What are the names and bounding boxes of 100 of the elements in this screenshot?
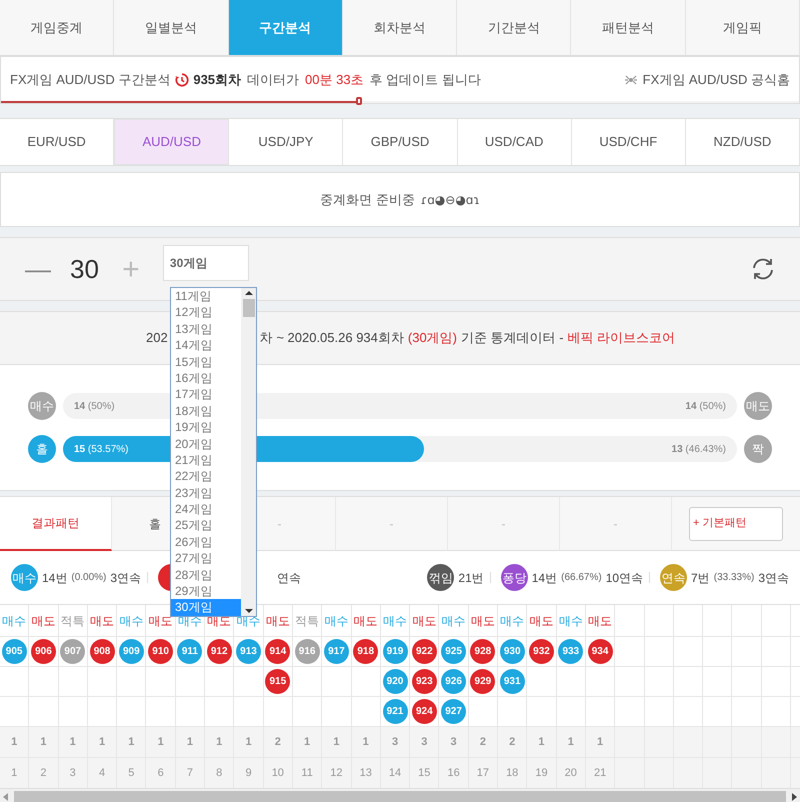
minus-button[interactable]: — bbox=[24, 250, 52, 288]
result-label: 매수 bbox=[558, 612, 583, 630]
column-number: 13 bbox=[360, 766, 372, 781]
dropdown-option[interactable]: 12게임 bbox=[171, 304, 241, 321]
legend-count: 7번 bbox=[691, 570, 710, 586]
scrollbar-thumb[interactable] bbox=[14, 791, 786, 802]
column-number: 15 bbox=[418, 766, 430, 781]
legend-count: 14번 bbox=[42, 570, 68, 586]
emoticon: ɾɑ◕⊖◕ɑɿ bbox=[420, 192, 480, 208]
horizontal-scrollbar[interactable] bbox=[0, 788, 800, 802]
legend-badge: 퐁당 bbox=[500, 564, 528, 591]
column-number: 14 bbox=[388, 766, 402, 781]
ratio-value: 14 (50%) bbox=[74, 400, 115, 414]
update-label: 후 업데이트 됩니다 bbox=[370, 71, 481, 90]
streak-count: 3 bbox=[392, 734, 398, 750]
result-label: 매도 bbox=[529, 612, 554, 630]
dropdown-option[interactable]: 14게임 bbox=[171, 337, 241, 354]
dropdown-option[interactable]: 19게임 bbox=[171, 419, 241, 436]
ratio-value: 13 (46.43%) bbox=[672, 443, 726, 457]
column-number: 2 bbox=[40, 766, 46, 781]
column-number: 9 bbox=[245, 766, 252, 781]
history-icon bbox=[175, 73, 190, 87]
refresh-icon[interactable] bbox=[750, 256, 776, 282]
column-number: 17 bbox=[476, 766, 490, 781]
result-label: 매수 bbox=[2, 612, 26, 630]
streak-count: 1 bbox=[128, 734, 134, 750]
streak-count: 1 bbox=[186, 734, 193, 750]
streak-count: 1 bbox=[11, 734, 18, 750]
dropdown-option[interactable]: 27게임 bbox=[171, 550, 241, 567]
streak-count: 1 bbox=[40, 734, 46, 750]
result-label: 매수 bbox=[500, 612, 524, 630]
streak-count: 1 bbox=[333, 734, 340, 750]
nav-tab[interactable]: 회차분석 bbox=[342, 0, 458, 55]
dropdown-option[interactable]: 16게임 bbox=[171, 370, 241, 386]
result-label: 매수 bbox=[178, 613, 202, 630]
result-label: 매도 bbox=[354, 612, 378, 630]
side-badge: 홀 bbox=[28, 435, 56, 463]
column-number: 20 bbox=[564, 766, 577, 781]
legend-streak: 3연속 bbox=[758, 570, 789, 586]
status-message: 중계화면 준비중 bbox=[320, 190, 415, 209]
ratio-value: 14 (50%) bbox=[685, 400, 726, 414]
update-label: 데이터가 bbox=[247, 71, 300, 90]
streak-count: 1 bbox=[362, 734, 369, 750]
game-count-select[interactable]: 30게임 bbox=[162, 245, 249, 281]
column-number: 19 bbox=[535, 766, 548, 781]
column-number: 8 bbox=[216, 766, 222, 781]
legend-percent: (33.33%) bbox=[714, 571, 754, 585]
dropdown-option[interactable]: 22게임 bbox=[171, 468, 241, 485]
streak-count: 1 bbox=[304, 734, 310, 750]
column-number: 4 bbox=[98, 766, 106, 781]
legend-streak: 연속 bbox=[277, 570, 302, 586]
nav-tab[interactable]: 구간분석 bbox=[228, 0, 343, 55]
vertical-scrollbar[interactable] bbox=[241, 288, 256, 616]
side-badge: 매도 bbox=[744, 392, 772, 420]
streak-count: 3 bbox=[421, 734, 428, 750]
column-number: 6 bbox=[158, 766, 164, 781]
scrollbar-thumb[interactable] bbox=[242, 299, 254, 317]
dropdown-option[interactable]: 15게임 bbox=[171, 354, 241, 370]
nav-tab[interactable]: 게임중계 bbox=[0, 0, 114, 55]
column-number: 21 bbox=[594, 766, 606, 781]
streak-count: 1 bbox=[597, 734, 604, 750]
ratio-value: 15 (53.57%) bbox=[74, 443, 128, 457]
currency-tab[interactable]: AUD/USD bbox=[114, 119, 230, 165]
streak-count: 1 bbox=[216, 734, 222, 750]
dropdown-option[interactable]: 28게임 bbox=[171, 566, 241, 584]
brand-text: 베픽 라이브스코어 bbox=[568, 329, 676, 348]
result-label: 매도 bbox=[266, 612, 290, 630]
column-number: 1 bbox=[11, 766, 18, 781]
pattern-tab[interactable]: 결과패턴 bbox=[0, 497, 112, 551]
dropdown-option[interactable]: 29게임 bbox=[171, 583, 241, 600]
result-label: 매수 bbox=[442, 612, 466, 630]
streak-count: 1 bbox=[70, 734, 76, 750]
legend-streak: 10연속 bbox=[606, 570, 644, 586]
nav-tab[interactable]: 게임픽 bbox=[686, 0, 800, 55]
result-label: 매도 bbox=[412, 612, 436, 630]
nav-tab[interactable]: 패턴분석 bbox=[571, 0, 686, 55]
legend-count: 21번 bbox=[458, 570, 484, 586]
result-label: 매도 bbox=[470, 612, 495, 630]
dropdown-option[interactable]: 18게임 bbox=[171, 402, 241, 420]
nav-tab[interactable]: 일별분석 bbox=[114, 0, 229, 55]
streak-count: 2 bbox=[274, 734, 281, 750]
column-number: 11 bbox=[301, 766, 313, 781]
dropdown-option[interactable]: 17게임 bbox=[171, 386, 241, 403]
dropdown-option[interactable]: 13게임 bbox=[171, 320, 241, 338]
scroll-right-icon[interactable] bbox=[790, 793, 798, 801]
column-number: 5 bbox=[128, 766, 134, 781]
legend-percent: (0.00%) bbox=[71, 571, 106, 585]
dropdown-option[interactable]: 21게임 bbox=[171, 452, 241, 468]
official-home-link[interactable]: FX게임 AUD/USD 공식홈 bbox=[624, 70, 790, 90]
legend-badge: 연속 bbox=[660, 564, 688, 591]
dropdown-option[interactable]: 11게임 bbox=[171, 288, 241, 304]
result-label: 매도 bbox=[588, 612, 612, 630]
result-label: 매수 bbox=[324, 612, 348, 630]
nav-tab[interactable]: 기간분석 bbox=[457, 0, 572, 55]
scroll-up-icon[interactable] bbox=[244, 288, 252, 298]
basic-pattern-button[interactable]: + 기본패턴 bbox=[689, 506, 783, 540]
legend-count: 14번 bbox=[532, 570, 558, 586]
dropdown-option[interactable]: 30게임 bbox=[171, 599, 241, 616]
scroll-left-icon[interactable] bbox=[2, 793, 10, 801]
dropdown-option[interactable]: 20게임 bbox=[171, 436, 241, 452]
